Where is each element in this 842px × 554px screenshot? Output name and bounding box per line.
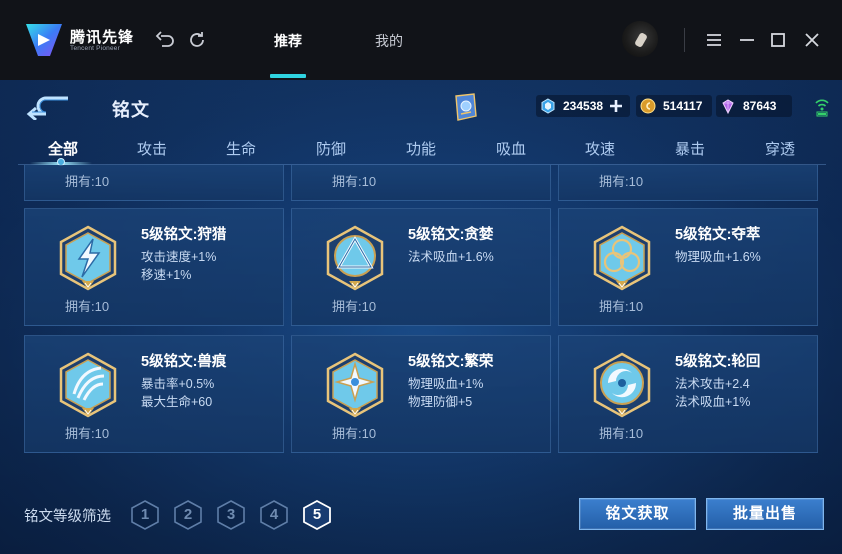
active-tab-indicator	[270, 74, 306, 78]
rune-stat: 物理吸血+1.6%	[675, 250, 761, 264]
owned-count: 拥有:10	[332, 174, 377, 189]
owned-count: 拥有:10	[332, 299, 377, 314]
level-number: 4	[269, 506, 279, 523]
rune-card[interactable]: 5级铭文:贪婪 法术吸血+1.6% 拥有:10	[291, 208, 551, 326]
app-logo: 腾讯先锋 Tencent Pioneer	[24, 20, 134, 60]
bulk-sell-button[interactable]: 批量出售	[706, 498, 824, 530]
tab-all[interactable]: 全部	[48, 138, 78, 159]
rune-card[interactable]: 5级铭文:狩猎 攻击速度+1% 移速+1% 拥有:10	[24, 208, 284, 326]
signal-icon	[815, 99, 829, 117]
tab-utility[interactable]: 功能	[406, 138, 436, 159]
rune-stat: 物理防御+5	[408, 395, 473, 409]
rune-name: 5级铭文:狩猎	[141, 227, 227, 243]
tab-mine[interactable]: 我的	[375, 31, 403, 51]
currency-value: 234538	[563, 99, 604, 113]
minimize-icon[interactable]	[737, 29, 757, 51]
maximize-icon[interactable]	[768, 29, 788, 51]
level-number: 5	[312, 506, 322, 523]
rune-card-partial[interactable]: 拥有:10	[24, 165, 284, 201]
level-filter-5[interactable]: 5	[303, 499, 331, 531]
swirl-rune-icon	[591, 352, 653, 418]
currency-gem: 87643	[716, 95, 792, 117]
owned-count: 拥有:10	[332, 426, 377, 441]
triangle-rune-icon	[324, 225, 386, 291]
avatar[interactable]	[622, 21, 658, 57]
tab-attack[interactable]: 攻击	[137, 138, 167, 159]
owned-count: 拥有:10	[65, 299, 110, 314]
tab-penetration[interactable]: 穿透	[765, 138, 795, 159]
tab-critical[interactable]: 暴击	[675, 138, 705, 159]
rune-stat: 暴击率+0.5%	[141, 377, 215, 391]
back-arrow-icon[interactable]	[24, 92, 74, 122]
rune-card[interactable]: 5级铭文:夺萃 物理吸血+1.6% 拥有:10	[558, 208, 818, 326]
close-icon[interactable]	[802, 29, 822, 51]
tab-lifesteal[interactable]: 吸血	[496, 138, 526, 159]
owned-count: 拥有:10	[599, 299, 644, 314]
currency-gold-coin: 514117	[636, 95, 712, 117]
game-screen: 铭文 234538 514117 87643 全部 攻击 生命 防御 功能 吸血…	[0, 80, 842, 554]
currency-value: 87643	[743, 99, 777, 113]
play-logo-icon	[26, 24, 62, 56]
tab-defense[interactable]: 防御	[316, 138, 346, 159]
lightning-rune-icon	[57, 225, 119, 291]
page-title: 铭文	[112, 100, 150, 120]
rune-stat: 攻击速度+1%	[141, 250, 217, 264]
divider	[684, 28, 685, 52]
owned-count: 拥有:10	[599, 174, 644, 189]
rune-card[interactable]: 5级铭文:繁荣 物理吸血+1% 物理防御+5 拥有:10	[291, 335, 551, 453]
level-number: 1	[140, 506, 150, 523]
rune-name: 5级铭文:轮回	[675, 354, 761, 370]
level-filter-label: 铭文等级筛选	[24, 509, 111, 525]
purple-gem-icon	[722, 99, 734, 114]
category-tabs: 全部 攻击 生命 防御 功能 吸血 攻速 暴击 穿透	[18, 134, 826, 164]
undo-icon[interactable]	[154, 29, 176, 51]
rune-card[interactable]: 5级铭文:兽痕 暴击率+0.5% 最大生命+60 拥有:10	[24, 335, 284, 453]
logo-title: 腾讯先锋	[70, 29, 135, 46]
claw-rune-icon	[57, 352, 119, 418]
currency-value: 514117	[663, 99, 703, 113]
hexagon-ticket-icon	[541, 98, 555, 114]
rune-stat: 物理吸血+1%	[408, 377, 484, 391]
rune-name: 5级铭文:夺萃	[675, 227, 761, 243]
rune-name: 5级铭文:繁荣	[408, 354, 494, 370]
rune-stat: 最大生命+60	[141, 395, 213, 409]
logo-subtitle: Tencent Pioneer	[70, 45, 120, 52]
level-filter-1[interactable]: 1	[131, 500, 159, 530]
refresh-icon[interactable]	[186, 29, 208, 51]
rune-card-partial[interactable]: 拥有:10	[291, 165, 551, 201]
rune-name: 5级铭文:贪婪	[408, 227, 494, 243]
tab-attack-speed[interactable]: 攻速	[585, 138, 615, 159]
title-bar: 腾讯先锋 Tencent Pioneer 推荐 我的	[0, 0, 842, 80]
rune-stat: 法术吸血+1%	[675, 395, 751, 409]
level-filter-4[interactable]: 4	[260, 500, 288, 530]
rune-stat: 法术攻击+2.4	[675, 377, 750, 391]
tab-recommend[interactable]: 推荐	[274, 31, 302, 51]
rune-stat: 移速+1%	[141, 268, 192, 282]
app-window: 腾讯先锋 Tencent Pioneer 推荐 我的 铭文 234538 514…	[0, 0, 842, 554]
rune-page-card-icon[interactable]	[452, 92, 478, 122]
owned-count: 拥有:10	[599, 426, 644, 441]
rune-card[interactable]: 5级铭文:轮回 法术攻击+2.4 法术吸血+1% 拥有:10	[558, 335, 818, 453]
owned-count: 拥有:10	[65, 426, 110, 441]
add-currency-icon[interactable]	[608, 98, 624, 114]
rune-stat: 法术吸血+1.6%	[408, 250, 494, 264]
menu-icon[interactable]	[704, 29, 724, 51]
level-number: 2	[183, 506, 193, 523]
rune-acquire-button[interactable]: 铭文获取	[579, 498, 696, 530]
knot-rune-icon	[591, 225, 653, 291]
owned-count: 拥有:10	[65, 174, 110, 189]
level-filter-2[interactable]: 2	[174, 500, 202, 530]
tab-health[interactable]: 生命	[226, 138, 256, 159]
rune-card-partial[interactable]: 拥有:10	[558, 165, 818, 201]
level-filter-3[interactable]: 3	[217, 500, 245, 530]
rune-name: 5级铭文:兽痕	[141, 354, 227, 370]
star-rune-icon	[324, 352, 386, 418]
level-number: 3	[226, 506, 236, 523]
gold-coin-icon	[640, 98, 656, 114]
